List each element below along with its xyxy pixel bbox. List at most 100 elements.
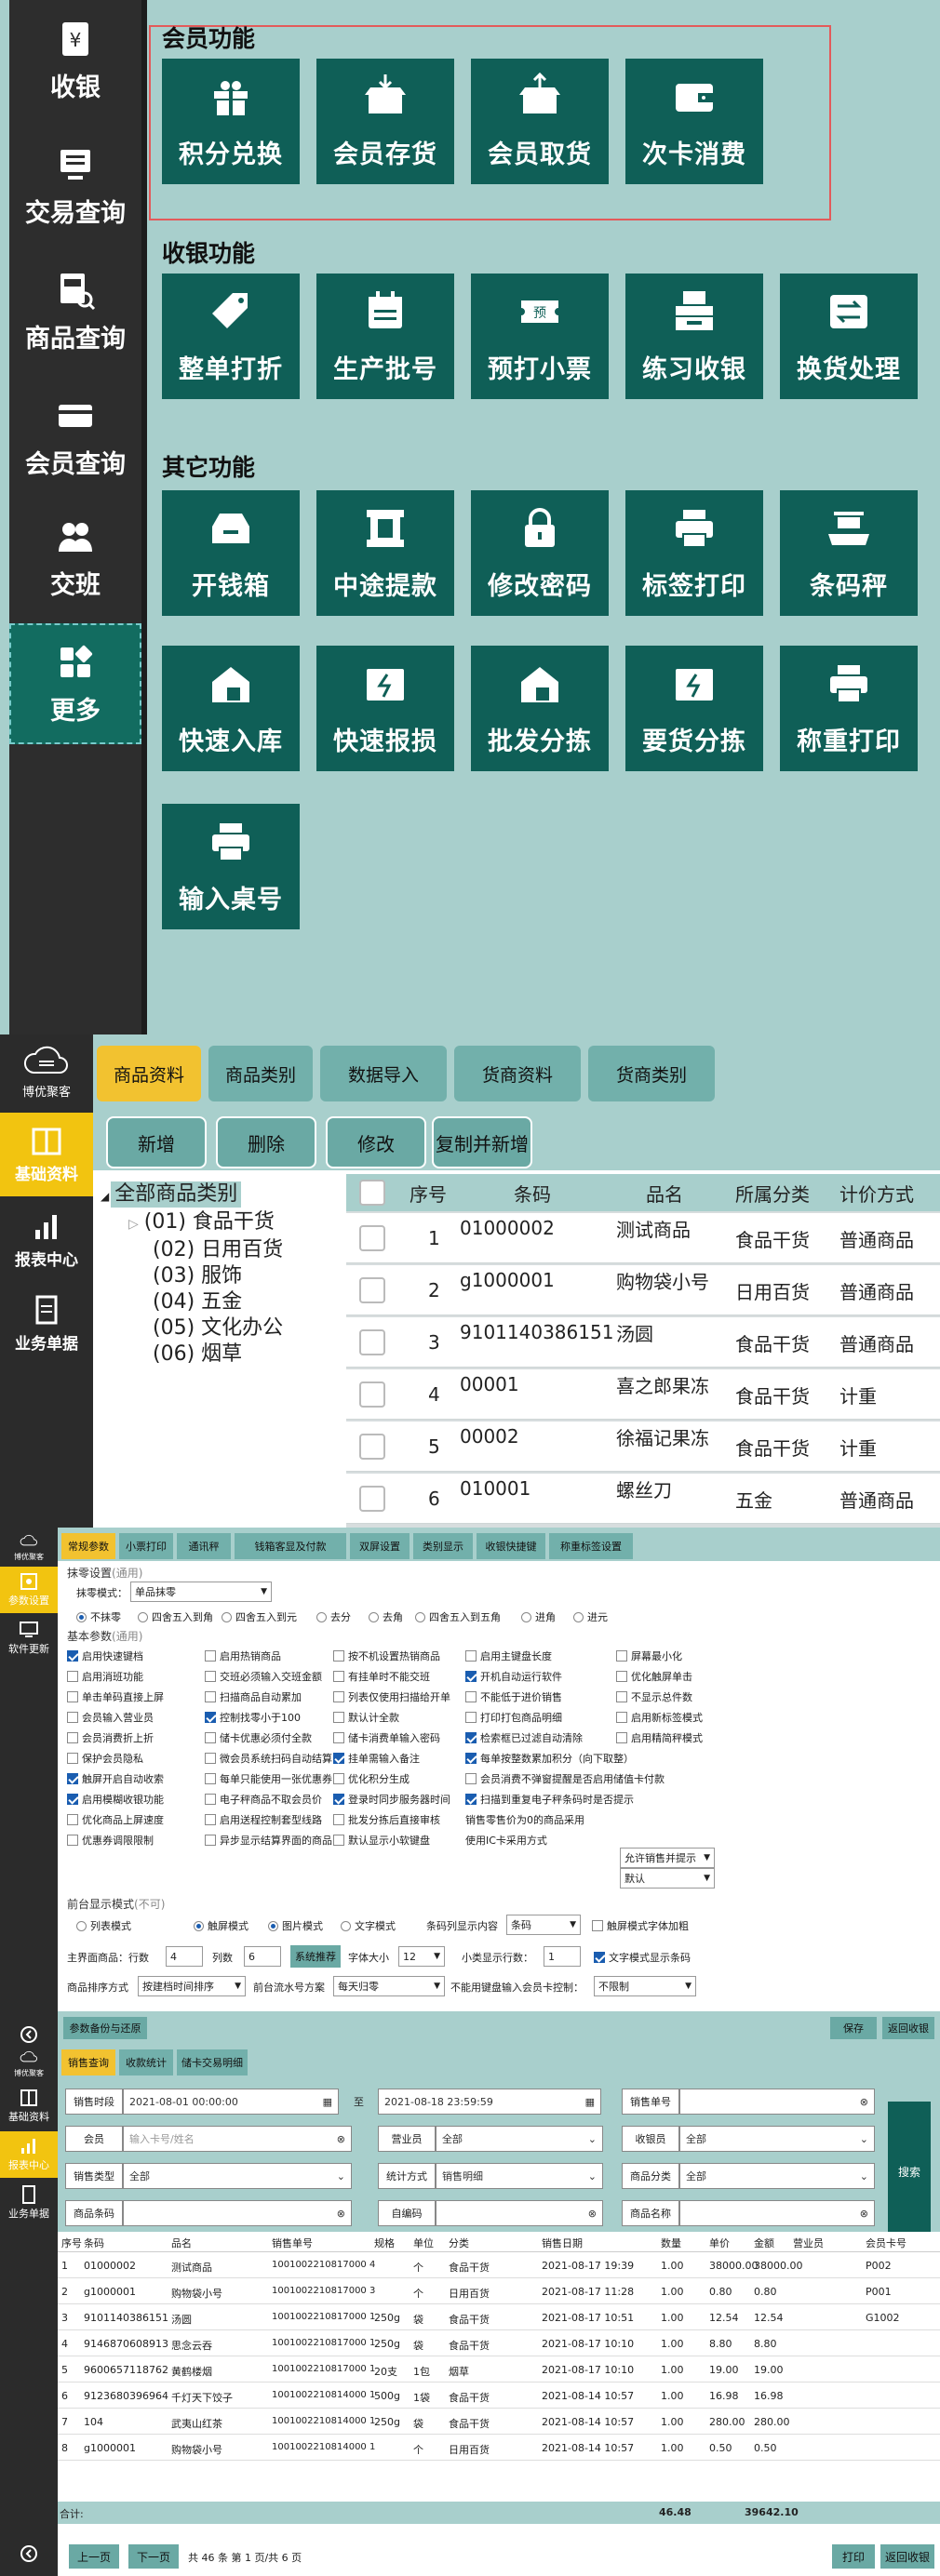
basic-param-option[interactable]: 扫描商品自动累加 — [205, 1689, 302, 1704]
rounding-mode-select[interactable]: 单品抹零 ▼ — [130, 1582, 272, 1602]
checkbox[interactable] — [205, 1794, 216, 1805]
calendar-icon[interactable]: ▦ — [323, 2096, 332, 2108]
category-select[interactable]: 全部 ⌄ — [679, 2163, 875, 2189]
checkbox[interactable] — [67, 1814, 78, 1825]
sidebar-item-product-query[interactable]: 商品查询 — [9, 251, 141, 372]
calendar-icon[interactable]: ▦ — [585, 2096, 595, 2108]
print-button[interactable]: 打印 — [832, 2544, 875, 2569]
clear-icon[interactable]: ⊗ — [337, 2133, 345, 2145]
checkbox[interactable] — [67, 1753, 78, 1764]
row-checkbox[interactable] — [359, 1434, 385, 1460]
sidebar-item-handover[interactable]: 交班 — [9, 498, 141, 619]
radio[interactable] — [194, 1920, 204, 1931]
search-button[interactable]: 搜索 — [888, 2102, 931, 2241]
basic-param-option[interactable]: 启用主键盘长度 — [465, 1648, 552, 1663]
tile-points-exchange[interactable]: 积分兑换 — [162, 59, 300, 184]
tab-product-category[interactable]: 商品类别 — [208, 1046, 313, 1101]
checkbox[interactable] — [333, 1835, 344, 1846]
table-row[interactable]: 7 104 武夷山红茶 1001002210814000 1 250g 袋 食品干货 2021… — [58, 2410, 940, 2435]
radio[interactable] — [138, 1611, 148, 1622]
touch-mode-radio[interactable]: 触屏模式 — [194, 1918, 248, 1933]
table-row[interactable]: 2 g1000001 购物袋小号 1001002210817000 3 个 日用百货 202… — [58, 2280, 940, 2304]
tile-label-print[interactable]: 标签打印 — [625, 490, 763, 616]
tile-card-consume[interactable]: 次卡消费 — [625, 59, 763, 184]
basic-param-option[interactable]: 优化积分生成 — [333, 1771, 410, 1786]
tree-item[interactable]: (06) 烟草 — [101, 1341, 344, 1368]
sidebar-item-basic-data[interactable]: 基础资料 — [0, 1113, 93, 1196]
tree-item[interactable]: ▷ (01) 食品干货 — [101, 1209, 344, 1237]
basic-param-option[interactable]: 使用IC卡采用方式 — [465, 1833, 547, 1848]
copy-add-button[interactable]: 复制并新增 — [432, 1116, 532, 1168]
checkbox[interactable] — [465, 1650, 477, 1662]
sort-select[interactable]: 按建档时间排序 ▼ — [138, 1976, 246, 1996]
basic-param-option[interactable]: 列表仅使用扫描给开单 — [333, 1689, 450, 1704]
table-row[interactable]: 2 g1000001 购物袋小号 日用百货 普通商品 — [346, 1265, 940, 1315]
text-mode-radio[interactable]: 文字模式 — [341, 1918, 396, 1933]
rounding-radio[interactable]: 去角 — [369, 1609, 403, 1624]
time-to-input[interactable]: 2021-08-18 23:59:59 ▦ — [378, 2089, 601, 2115]
clear-icon[interactable]: ⊗ — [860, 2208, 868, 2220]
radio[interactable] — [521, 1611, 531, 1622]
basic-param-option[interactable]: 微会员系统扫码自动结算 — [205, 1751, 332, 1766]
checkbox[interactable] — [205, 1814, 216, 1825]
checkbox[interactable] — [333, 1794, 344, 1805]
basic-param-option[interactable]: 触屏开启自动收索 — [67, 1771, 164, 1786]
basic-param-option[interactable]: 启用新标签模式 — [616, 1710, 703, 1725]
sub-rows-input[interactable]: 1 — [544, 1946, 581, 1967]
member-input[interactable]: 输入卡号/姓名 ⊗ — [123, 2126, 352, 2152]
rounding-radio[interactable]: 进角 — [521, 1609, 556, 1624]
tab-product-data[interactable]: 商品资料 — [97, 1046, 201, 1101]
basic-param-option[interactable]: 每单按整数累加积分（向下取整） — [465, 1751, 634, 1766]
tab-shortcuts[interactable]: 收银快捷键 — [477, 1533, 545, 1559]
tile-wholesale-sort[interactable]: 批发分拣 — [471, 646, 609, 771]
basic-param-option[interactable]: 会员消费折上折 — [67, 1730, 154, 1745]
basic-param-option[interactable]: 启用消班功能 — [67, 1669, 143, 1684]
checkbox[interactable] — [333, 1650, 344, 1662]
tab-sales-query[interactable]: 销售查询 — [61, 2049, 115, 2075]
checkbox[interactable] — [333, 1732, 344, 1743]
basic-param-option[interactable]: 会员输入营业员 — [67, 1710, 154, 1725]
radio[interactable] — [268, 1920, 278, 1931]
table-row[interactable]: 3 9101140386151 汤圆 食品干货 普通商品 — [346, 1317, 940, 1368]
checkbox[interactable] — [205, 1712, 216, 1723]
checkbox[interactable] — [594, 1952, 605, 1963]
checkbox[interactable] — [205, 1671, 216, 1682]
tile-barcode-scale[interactable]: 条码秤 — [780, 490, 918, 616]
tile-request-sort[interactable]: 要货分拣 — [625, 646, 763, 771]
table-row[interactable]: 4 9146870608913 思念云吞 1001002210817000 1 250g… — [58, 2332, 940, 2356]
clear-icon[interactable]: ⊗ — [860, 2096, 868, 2108]
cols-input[interactable]: 6 — [244, 1946, 281, 1967]
save-button[interactable]: 保存 — [830, 2017, 877, 2039]
rounding-radio[interactable]: 四舍五入到角 — [138, 1609, 213, 1624]
checkbox[interactable] — [465, 1691, 477, 1702]
tile-member-pickup[interactable]: 会员取货 — [471, 59, 609, 184]
basic-param-option[interactable]: 控制找零小于100 — [205, 1710, 301, 1725]
basic-param-option[interactable]: 储卡优惠必须付全款 — [205, 1730, 312, 1745]
tile-practice-cashier[interactable]: 练习收银 — [625, 274, 763, 399]
checkbox[interactable] — [67, 1732, 78, 1743]
basic-param-option[interactable]: 单击单码直接上屏 — [67, 1689, 164, 1704]
basic-param-option[interactable]: 储卡消费单输入密码 — [333, 1730, 440, 1745]
tile-cash-withdraw[interactable]: 中途提款 — [316, 490, 454, 616]
clear-icon[interactable]: ⊗ — [337, 2208, 345, 2220]
sales-type-select[interactable]: 全部 ⌄ — [123, 2163, 352, 2189]
clerk-select[interactable]: 全部 ⌄ — [436, 2126, 603, 2152]
barcode-input[interactable]: ⊗ — [123, 2200, 352, 2226]
tab-card-transactions[interactable]: 储卡交易明细 — [177, 2049, 248, 2075]
table-row[interactable]: 8 g1000001 购物袋小号 1001002210814000 1 个 日用百货 202… — [58, 2436, 940, 2461]
sidebar-item-reports[interactable]: 报表中心 — [0, 1198, 93, 1282]
tree-item[interactable]: (03) 服饰 — [101, 1263, 344, 1289]
checkbox[interactable] — [205, 1650, 216, 1662]
basic-param-option[interactable]: 启用精简秤模式 — [616, 1730, 703, 1745]
basic-param-option[interactable]: 启用模糊收银功能 — [67, 1792, 164, 1807]
tile-quick-stock-in[interactable]: 快速入库 — [162, 646, 300, 771]
basic-param-option[interactable]: 交班必须输入交班金额 — [205, 1669, 322, 1684]
tab-drawer-payment[interactable]: 钱箱客显及付款 — [235, 1533, 346, 1559]
basic-param-option[interactable]: 启用送程控制套型线路 — [205, 1812, 322, 1827]
basic-param-option[interactable]: 默认显示小软键盘 — [333, 1833, 430, 1848]
sidebar-item-transaction-query[interactable]: 交易查询 — [9, 126, 141, 247]
checkbox[interactable] — [333, 1753, 344, 1764]
table-row[interactable]: 3 9101140386151 汤圆 1001002210817000 1 250g 袋 食… — [58, 2306, 940, 2330]
tab-scale[interactable]: 通讯秤 — [177, 1533, 231, 1559]
checkbox[interactable] — [67, 1794, 78, 1805]
